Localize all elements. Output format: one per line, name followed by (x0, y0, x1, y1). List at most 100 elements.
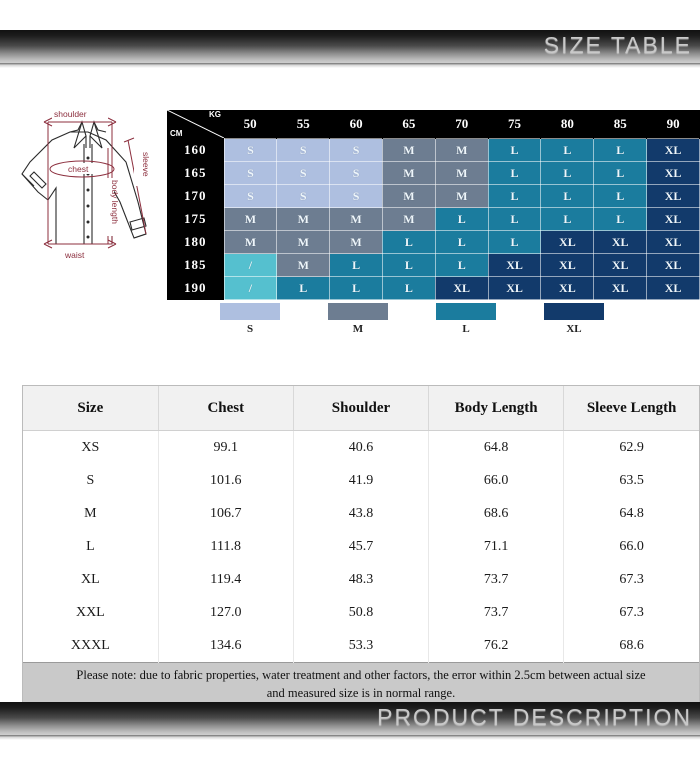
matrix-cell: L (487, 161, 542, 185)
matrix-cell: L (487, 207, 542, 231)
measurement-cell: 111.8 (158, 530, 294, 563)
matrix-corner-cm-label: CM (170, 129, 183, 139)
matrix-cell: L (487, 184, 542, 208)
matrix-cell: M (381, 207, 436, 231)
legend-item: M (328, 303, 388, 335)
measurement-cell: 45.7 (293, 530, 430, 563)
diagram-label-sleeve: sleeve (141, 152, 151, 177)
size-label-cell: L (23, 530, 159, 563)
matrix-cm-label: 190 (167, 276, 224, 300)
matrix-row: 180 M M M L L L XL XL XL (167, 230, 700, 254)
matrix-cell: S (276, 184, 331, 208)
measurement-cell: 106.7 (158, 497, 294, 530)
matrix-cell: XL (540, 253, 595, 277)
measurement-cell: 64.8 (428, 430, 565, 464)
legend-label: M (352, 323, 364, 335)
matrix-cell: M (434, 161, 489, 185)
measurement-table-container: Size Chest Shoulder Body Length Sleeve L… (22, 385, 700, 710)
matrix-cell: M (223, 207, 278, 231)
legend-item: S (220, 303, 280, 335)
measurement-header-row: Size Chest Shoulder Body Length Sleeve L… (23, 386, 699, 431)
matrix-cm-label: 165 (167, 161, 224, 185)
measurement-cell: 62.9 (619, 439, 644, 455)
matrix-cell: M (276, 230, 331, 254)
product-description-banner: PRODUCT DESCRIPTION (0, 702, 700, 735)
matrix-cell: M (276, 253, 331, 277)
matrix-cell: L (540, 138, 595, 162)
matrix-cell: XL (646, 138, 700, 162)
measurement-note-row: Please note: due to fabric properties, w… (23, 661, 699, 709)
measurement-cell: 68.6 (428, 497, 565, 530)
size-table-banner-underline (0, 63, 700, 68)
measurement-cell: 99.1 (158, 430, 294, 464)
matrix-cell: M (434, 184, 489, 208)
product-description-banner-text: PRODUCT DESCRIPTION (377, 704, 692, 730)
matrix-corner-kg-label: KG (209, 110, 221, 120)
measurement-cell: 48.3 (293, 563, 430, 596)
matrix-cell: S (223, 184, 278, 208)
matrix-kg-header: 60 (329, 110, 383, 139)
matrix-kg-header: 50 (224, 110, 278, 139)
matrix-row: 190/L L L XL XL XL XL XL (167, 276, 700, 300)
matrix-cell: XL (646, 276, 700, 300)
legend-label: S (246, 323, 254, 335)
measurement-cell: 43.8 (293, 497, 430, 530)
matrix-cell: L (381, 253, 436, 277)
legend-swatch (544, 303, 604, 320)
legend-swatch (436, 303, 496, 320)
size-label-cell: XL (23, 563, 159, 596)
matrix-header-row: KG CM 50 55 60 65 70 75 80 85 90 (167, 110, 700, 139)
matrix-cell: L (540, 207, 595, 231)
table-row: XXXL 134.6 53.3 76.2 68.6 (23, 629, 699, 663)
matrix-cell: L (276, 276, 331, 300)
measurement-cell: 63.5 (619, 472, 644, 488)
matrix-kg-header: 85 (593, 110, 648, 139)
matrix-cell: L (434, 230, 489, 254)
measurement-cell: 134.6 (158, 629, 294, 663)
matrix-kg-header: 75 (488, 110, 542, 139)
matrix-cell: S (329, 161, 383, 185)
matrix-cell: L (487, 138, 542, 162)
matrix-cm-label: 160 (167, 138, 224, 162)
matrix-cell: S (223, 138, 278, 162)
matrix-cm-label: 170 (167, 184, 224, 208)
measurement-cell: 41.9 (293, 464, 430, 497)
legend-item: L (436, 303, 496, 335)
legend-item: XL (544, 303, 604, 335)
column-header-chest: Chest (158, 386, 294, 431)
matrix-cell: M (381, 184, 436, 208)
matrix-cell: M (434, 138, 489, 162)
matrix-cell: L (540, 184, 595, 208)
matrix-row: 175 M M M M L L L L XL (167, 207, 700, 231)
column-header-size: Size (23, 386, 159, 431)
matrix-cell: S (276, 161, 331, 185)
column-header-sleeve-length: Sleeve Length (563, 386, 699, 431)
measurement-cell: 76.2 (428, 629, 565, 663)
size-label-cell: XXXL (23, 629, 159, 663)
matrix-cell: L (381, 276, 436, 300)
legend-swatch (328, 303, 388, 320)
diagram-label-shoulder: shoulder (54, 109, 87, 119)
legend-swatch (220, 303, 280, 320)
matrix-cell: L (593, 207, 648, 231)
matrix-cm-label: 175 (167, 207, 224, 231)
table-row: L 111.8 45.7 71.1 66.0 (23, 530, 699, 563)
matrix-row: 185/M L L L XL XL XL XL (167, 253, 700, 277)
matrix-cell: XL (646, 184, 700, 208)
matrix-cell: XL (434, 276, 489, 300)
measurement-cell: 68.6 (619, 637, 644, 653)
measurement-cell: 127.0 (158, 596, 294, 629)
measurement-cell: 119.4 (158, 563, 294, 596)
table-row: S 101.6 41.9 66.0 63.5 (23, 464, 699, 497)
matrix-cell: L (487, 230, 542, 254)
matrix-cell: M (223, 230, 278, 254)
matrix-cell: S (329, 138, 383, 162)
product-description-banner-underline (0, 735, 700, 740)
diagram-label-chest: chest (68, 164, 89, 174)
table-row: XL 119.4 48.3 73.7 67.3 (23, 563, 699, 596)
measurement-cell: 66.0 (619, 538, 644, 554)
size-matrix-grid: KG CM 50 55 60 65 70 75 80 85 90 160 S S S M… (167, 110, 700, 300)
matrix-cell: L (593, 138, 648, 162)
size-table-banner-text: SIZE TABLE (543, 32, 692, 58)
matrix-cell: XL (646, 253, 700, 277)
